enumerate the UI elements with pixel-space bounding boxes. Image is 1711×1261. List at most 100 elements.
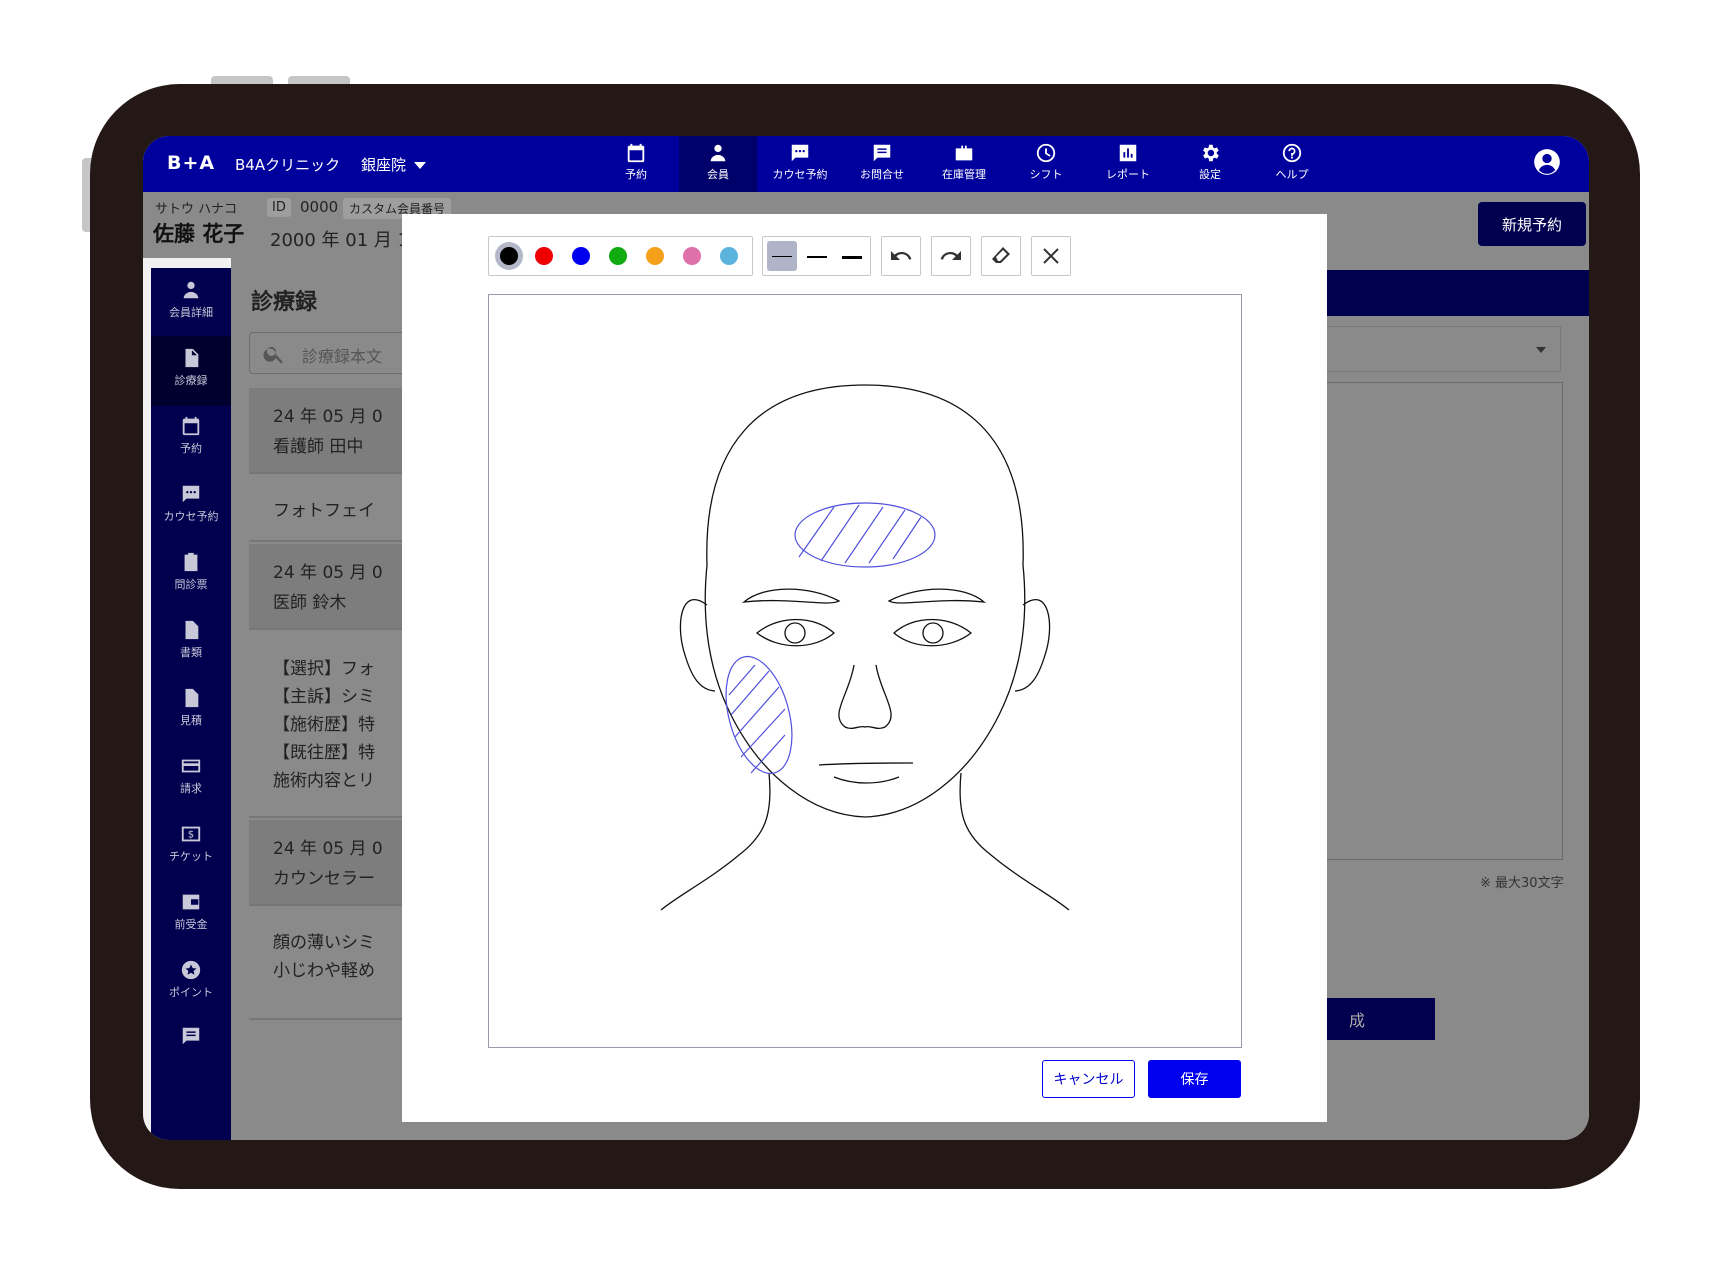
right-panel-button-label: 成 <box>1348 1011 1365 1030</box>
gear-icon <box>1203 144 1219 162</box>
sidebar-item-counsel-reservation[interactable]: カウセ予約 <box>151 472 231 542</box>
svg-text:$: $ <box>188 830 194 841</box>
member-id: 0000 <box>300 198 339 216</box>
briefcase-icon <box>955 145 973 161</box>
color-green-swatch[interactable] <box>609 247 627 265</box>
member-name: 佐藤 花子 <box>153 222 245 246</box>
nav-item-report[interactable]: レポート <box>1089 136 1167 192</box>
nav-item-label: 在庫管理 <box>942 168 986 181</box>
calendar-icon <box>627 143 645 163</box>
color-red-swatch[interactable] <box>535 247 553 265</box>
face-diagram <box>660 384 1070 911</box>
clipboard-icon <box>184 552 198 572</box>
sidebar-item-label: カウセ予約 <box>163 510 219 523</box>
nav-item-label: カウセ予約 <box>772 168 828 181</box>
sidebar-item-label: 診療録 <box>174 374 208 387</box>
message-icon <box>182 1027 200 1045</box>
clear-button[interactable] <box>1031 236 1071 276</box>
branch-selector[interactable]: 銀座院 <box>361 154 427 175</box>
sidebar-item-label: 見積 <box>180 714 202 727</box>
color-palette <box>488 236 753 276</box>
page-title: 診療録 <box>251 290 318 315</box>
help-icon <box>1282 143 1302 163</box>
nav-item-counsel-reservation[interactable]: カウセ予約 <box>761 136 839 192</box>
person-icon <box>183 281 199 299</box>
sidebar-item-label: ポイント <box>169 986 213 999</box>
caret-down-icon <box>414 162 427 169</box>
nav-item-label: 設定 <box>1199 168 1221 181</box>
undo-icon <box>891 251 912 260</box>
sidebar-item-label: 予約 <box>180 442 202 455</box>
max-chars-note: ※ 最大30文字 <box>1480 876 1564 891</box>
color-light-blue-swatch[interactable] <box>720 247 738 265</box>
ticket-icon: $ <box>181 826 201 842</box>
sidebar-item-medical-record[interactable]: 診療録 <box>151 336 231 406</box>
drawing-canvas[interactable] <box>488 294 1242 1048</box>
member-sidebar: 会員詳細 診療録 予約 カウセ予約 問診票 書類 見積 請求 $ チケット 前受… <box>151 268 231 1140</box>
nav-item-label: 会員 <box>707 168 729 181</box>
sidebar-item-member-detail[interactable]: 会員詳細 <box>151 268 231 338</box>
stroke-medium-option[interactable] <box>802 241 832 271</box>
app-logo[interactable]: B+A <box>167 152 215 174</box>
nav-item-inventory[interactable]: 在庫管理 <box>925 136 1003 192</box>
branch-label: 銀座院 <box>361 156 407 174</box>
sidebar-item-documents[interactable]: 書類 <box>151 608 231 678</box>
nav-item-help[interactable]: ヘルプ <box>1253 136 1331 192</box>
sidebar-item-reservation[interactable]: 予約 <box>151 404 231 474</box>
cancel-button[interactable]: キャンセル <box>1042 1060 1135 1098</box>
caret-down-icon <box>1536 347 1546 353</box>
file-icon <box>185 620 199 640</box>
nav-item-inquiry[interactable]: お問合せ <box>843 136 921 192</box>
nav-item-label: お問合せ <box>860 168 904 181</box>
color-black-swatch[interactable] <box>500 247 518 265</box>
chat-bubble-icon <box>791 144 809 162</box>
undo-button[interactable] <box>881 236 921 276</box>
color-blue-swatch[interactable] <box>572 247 590 265</box>
sidebar-item-label: 会員詳細 <box>169 306 213 319</box>
sidebar-item-message[interactable] <box>151 1014 231 1084</box>
sidebar-item-questionnaire[interactable]: 問診票 <box>151 540 231 610</box>
sidebar-item-ticket[interactable]: $ チケット <box>151 812 231 882</box>
file-icon <box>185 688 199 708</box>
nav-item-label: ヘルプ <box>1275 168 1309 181</box>
nav-item-label: 予約 <box>625 168 647 181</box>
id-badge: ID <box>267 198 291 217</box>
sidebar-item-label: 前受金 <box>174 918 208 931</box>
stroke-thin-option[interactable] <box>767 241 797 271</box>
right-panel-textarea[interactable] <box>1309 382 1563 860</box>
member-kana: サトウ ハナコ <box>155 202 238 217</box>
account-icon[interactable] <box>1533 148 1561 176</box>
top-navigation: B+A B4Aクリニック 銀座院 予約 会員 カウセ予約 お問合せ 在庫管理 シ… <box>143 136 1589 192</box>
nav-item-settings[interactable]: 設定 <box>1171 136 1249 192</box>
search-icon <box>263 347 283 364</box>
right-panel-select[interactable] <box>1309 326 1561 372</box>
redo-button[interactable] <box>931 236 971 276</box>
stroke-thick-option[interactable] <box>837 241 867 271</box>
color-pink-swatch[interactable] <box>683 247 701 265</box>
nav-item-reservation[interactable]: 予約 <box>597 136 675 192</box>
save-button[interactable]: 保存 <box>1148 1060 1241 1098</box>
sidebar-item-prepayment[interactable]: 前受金 <box>151 880 231 950</box>
credit-card-icon <box>181 759 201 773</box>
stroke-width-selector <box>762 236 871 276</box>
sidebar-item-estimate[interactable]: 見積 <box>151 676 231 746</box>
drawing-modal: キャンセル 保存 <box>402 214 1327 1122</box>
close-icon <box>1043 248 1059 264</box>
member-birthdate: 2000 年 01 月 1 <box>270 230 410 251</box>
sidebar-item-label: チケット <box>169 850 213 863</box>
sidebar-item-label: 問診票 <box>174 578 208 591</box>
redo-icon <box>940 251 961 260</box>
nav-item-member[interactable]: 会員 <box>679 136 757 192</box>
new-reservation-button[interactable]: 新規予約 <box>1478 202 1586 246</box>
clock-icon <box>1036 143 1056 163</box>
sidebar-item-billing[interactable]: 請求 <box>151 744 231 814</box>
color-orange-swatch[interactable] <box>646 247 664 265</box>
nav-item-shift[interactable]: シフト <box>1007 136 1085 192</box>
eraser-button[interactable] <box>981 236 1021 276</box>
wallet-icon <box>182 894 200 910</box>
sidebar-item-points[interactable]: ポイント <box>151 948 231 1018</box>
nav-item-label: レポート <box>1106 168 1150 181</box>
bar-chart-icon <box>1119 144 1137 162</box>
message-icon <box>873 144 891 162</box>
document-icon <box>185 348 199 368</box>
